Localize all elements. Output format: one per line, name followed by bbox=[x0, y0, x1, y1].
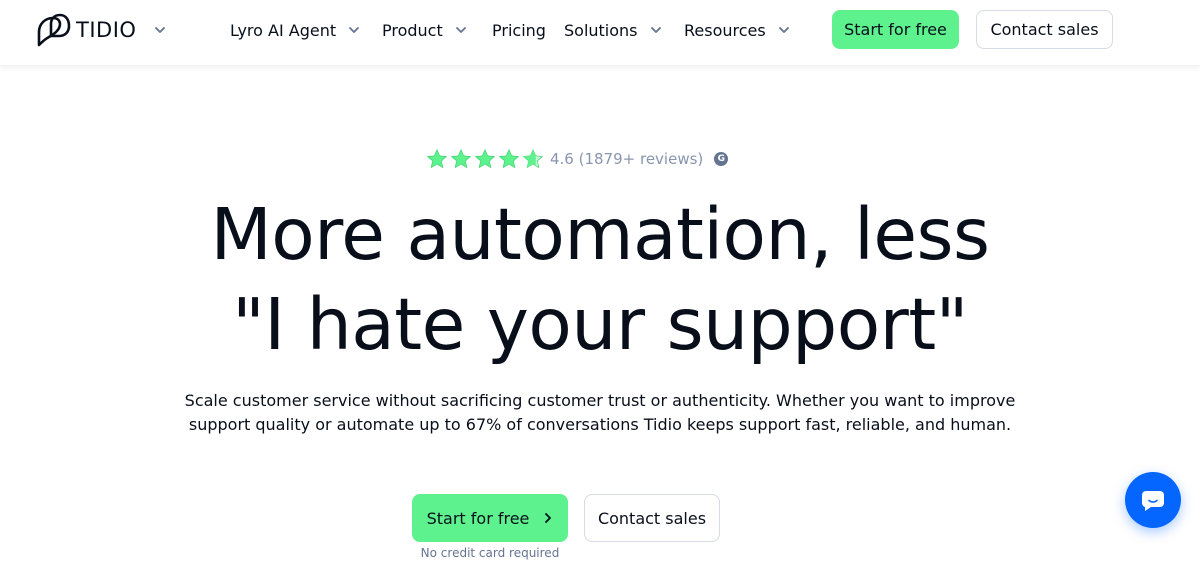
headline-line-1: More automation, less bbox=[210, 193, 990, 276]
hero-headline: More automation, less "I hate your suppo… bbox=[100, 190, 1100, 370]
chevron-down-icon[interactable] bbox=[154, 24, 166, 36]
nav-pricing[interactable]: Pricing bbox=[492, 17, 546, 43]
nav-label: Pricing bbox=[492, 20, 546, 40]
nav-label: Lyro AI Agent bbox=[230, 20, 337, 40]
no-credit-card-note: No credit card required bbox=[420, 546, 560, 560]
chevron-right-icon bbox=[545, 513, 552, 523]
hero-contact-sales-button[interactable]: Contact sales bbox=[584, 494, 720, 542]
tidio-logo-icon bbox=[37, 13, 71, 47]
nav-resources[interactable]: Resources bbox=[684, 17, 790, 43]
brand-name: TIDIO bbox=[76, 18, 137, 42]
chevron-down-icon bbox=[650, 27, 661, 33]
chevron-down-icon bbox=[778, 27, 789, 33]
nav-label: Product bbox=[382, 20, 443, 40]
nav-solutions[interactable]: Solutions bbox=[564, 17, 662, 43]
star-full-icon bbox=[475, 149, 495, 168]
hero-start-for-free-button[interactable]: Start for free bbox=[412, 494, 568, 542]
chevron-down-icon bbox=[349, 27, 360, 33]
rating-summary: 4.6 (1879+ reviews) G bbox=[426, 148, 729, 170]
nav-lyro-ai-agent[interactable]: Lyro AI Agent bbox=[230, 17, 360, 43]
site-header: TIDIO Lyro AI Agent Product Pricing Solu… bbox=[0, 0, 1200, 66]
star-partial-icon bbox=[523, 149, 543, 168]
header-start-for-free-button[interactable]: Start for free bbox=[832, 10, 959, 49]
headline-line-2: "I hate your support" bbox=[232, 283, 968, 366]
chat-launcher-button[interactable] bbox=[1125, 472, 1181, 528]
hero-subtext: Scale customer service without sacrifici… bbox=[184, 391, 1016, 434]
tidio-logo[interactable]: TIDIO bbox=[36, 12, 166, 48]
header-contact-sales-button[interactable]: Contact sales bbox=[976, 10, 1113, 49]
g2-logo-icon[interactable]: G bbox=[714, 152, 729, 166]
button-label: Start for free bbox=[426, 508, 530, 528]
chat-bubble-icon bbox=[1142, 491, 1164, 511]
nav-label: Resources bbox=[684, 20, 766, 40]
chevron-down-icon bbox=[455, 27, 466, 33]
nav-label: Solutions bbox=[564, 20, 638, 40]
nav-product[interactable]: Product bbox=[382, 17, 467, 43]
rating-text: 4.6 (1879+ reviews) bbox=[550, 150, 704, 168]
star-full-icon bbox=[499, 149, 519, 168]
star-full-icon bbox=[427, 149, 447, 168]
star-full-icon bbox=[451, 149, 471, 168]
